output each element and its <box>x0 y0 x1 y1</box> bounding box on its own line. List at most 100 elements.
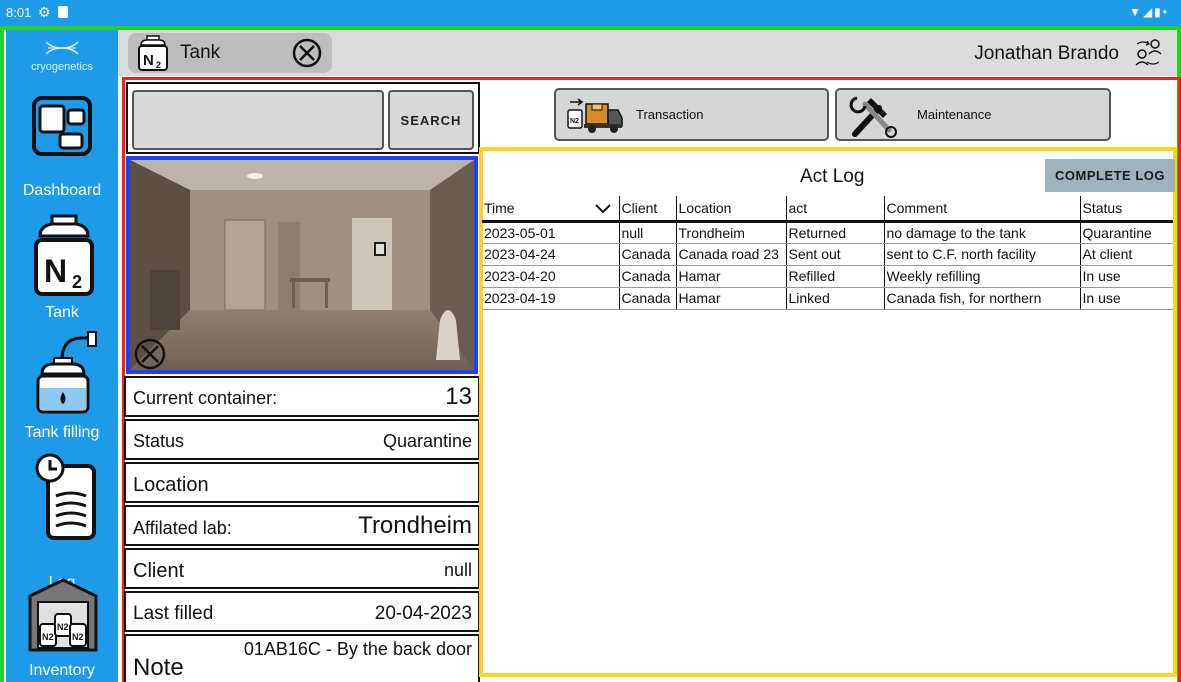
column-header-client[interactable]: Client <box>618 196 676 223</box>
header-bar: N 2 Tank Jonathan Brando <box>118 30 1177 76</box>
user-name[interactable]: Jonathan Brando <box>974 43 1119 65</box>
table-row[interactable]: 2023-04-24 Canada Canada road 23 Sent ou… <box>482 243 1173 266</box>
log-title: Act Log <box>800 166 865 187</box>
settings-gear-icon: ⚙ <box>38 4 51 20</box>
column-header-location[interactable]: Location <box>675 196 786 223</box>
svg-text:N2: N2 <box>570 118 579 125</box>
n2-tank-icon: N 2 <box>34 214 94 296</box>
remove-photo-icon[interactable] <box>134 338 166 370</box>
sidebar-item-log[interactable]: Log <box>6 452 118 592</box>
cell-status: In use <box>1079 287 1173 310</box>
system-status-bar: 8:01 ⚙ ▼◢▮• <box>0 0 1181 26</box>
sort-chevron-down-icon[interactable] <box>595 204 611 214</box>
cell-act: Sent out <box>785 243 884 266</box>
tank-photo <box>126 156 478 374</box>
app-logo: cryogenetics <box>6 30 118 80</box>
act-log-table: Time Client Location act Comment Status … <box>482 196 1173 310</box>
n2-tank-icon: N 2 <box>138 35 168 71</box>
table-row[interactable]: 2023-05-01 null Trondheim Returned no da… <box>482 221 1173 244</box>
info-key: Current container: <box>133 388 278 408</box>
cryogenetics-logo-icon <box>45 41 79 55</box>
info-key: Note <box>133 654 184 681</box>
tab-tank-label: Tank <box>180 42 221 63</box>
delivery-truck-icon: N2 <box>567 98 623 133</box>
info-row-last-filled: Last filled 20-04-2023 <box>124 591 480 632</box>
cell-comment: sent to C.F. north facility <box>883 243 1080 266</box>
cell-client: Canada <box>618 243 676 266</box>
sidebar-item-label: Dashboard <box>22 182 102 199</box>
column-header-status[interactable]: Status <box>1079 196 1173 223</box>
transaction-button[interactable]: N2 Transaction <box>554 88 829 141</box>
dashboard-icon <box>32 96 92 156</box>
info-row-client: Client null <box>124 548 480 589</box>
cell-status: In use <box>1079 265 1173 288</box>
info-key: Last filled <box>133 603 214 624</box>
info-row-location: Location <box>124 462 480 503</box>
sidebar-item-label: Inventory <box>29 662 95 679</box>
info-row-current-container: Current container: 13 <box>124 376 480 417</box>
svg-text:2: 2 <box>72 272 82 292</box>
close-tab-icon[interactable] <box>292 38 322 68</box>
info-value: null <box>443 560 472 580</box>
table-row[interactable]: 2023-04-19 Canada Hamar Linked Canada fi… <box>482 287 1173 310</box>
logo-text: cryogenetics <box>31 61 93 73</box>
table-row[interactable]: 2023-04-20 Canada Hamar Refilled Weekly … <box>482 265 1173 288</box>
cell-client: Canada <box>618 287 676 310</box>
sidebar-item-tank[interactable]: N 2 Tank <box>6 206 118 326</box>
info-key: Affilated lab: <box>133 518 232 538</box>
tank-info-list: Current container: 13 Status Quarantine … <box>124 376 480 682</box>
clock-log-icon <box>35 453 96 540</box>
column-header-label: Time <box>484 199 515 216</box>
info-value: Quarantine <box>382 431 472 451</box>
cell-act: Linked <box>785 287 884 310</box>
tab-tank[interactable]: N 2 Tank <box>128 33 332 73</box>
maintenance-button-label: Maintenance <box>917 107 992 122</box>
svg-text:N2: N2 <box>42 632 54 642</box>
cell-location: Canada road 23 <box>675 243 786 266</box>
transaction-button-label: Transaction <box>636 107 704 122</box>
svg-text:N2: N2 <box>57 622 69 632</box>
sidebar-item-label: Tank <box>45 304 79 321</box>
hallway-photo-image <box>130 160 474 370</box>
info-row-status: Status Quarantine <box>124 419 480 460</box>
column-header-time[interactable]: Time <box>482 196 619 223</box>
search-panel: SEARCH <box>126 82 480 154</box>
search-input[interactable] <box>132 90 384 150</box>
column-header-act[interactable]: act <box>785 196 884 223</box>
info-value: Trondheim <box>358 512 472 539</box>
cell-location: Hamar <box>675 287 786 310</box>
cell-act: Returned <box>785 221 884 244</box>
status-time: 8:01 <box>6 5 32 20</box>
info-key: Status <box>133 431 185 451</box>
info-key: Location <box>133 474 209 496</box>
cell-comment: Weekly refilling <box>883 265 1080 288</box>
column-header-comment[interactable]: Comment <box>883 196 1080 223</box>
sidebar: cryogenetics Dashboard N 2 Tank Tank fil… <box>6 30 118 682</box>
svg-text:N: N <box>44 253 67 289</box>
warehouse-icon: N2 N2 N2 <box>28 578 98 652</box>
cell-location: Hamar <box>675 265 786 288</box>
tank-filling-icon <box>36 331 97 414</box>
sidebar-item-inventory[interactable]: N2 N2 N2 Inventory <box>6 576 118 682</box>
info-key: Client <box>133 560 185 582</box>
info-row-note: Note 01AB16C - By the back door <box>124 634 480 682</box>
wrench-hammer-icon <box>849 96 897 138</box>
cell-location: Trondheim <box>675 221 786 244</box>
complete-log-button[interactable]: COMPLETE LOG <box>1045 159 1175 192</box>
cell-act: Refilled <box>785 265 884 288</box>
cell-time: 2023-04-24 <box>482 243 619 266</box>
sidebar-item-tank-filling[interactable]: Tank filling <box>6 330 118 450</box>
cell-status: Quarantine <box>1079 221 1173 244</box>
cell-client: null <box>618 221 676 244</box>
svg-text:2: 2 <box>156 60 161 70</box>
cell-client: Canada <box>618 265 676 288</box>
sd-card-icon <box>58 6 68 18</box>
cell-time: 2023-04-20 <box>482 265 619 288</box>
maintenance-button[interactable]: Maintenance <box>835 88 1111 141</box>
info-value: 13 <box>445 383 472 410</box>
info-value: 01AB16C - By the back door <box>243 639 472 659</box>
switch-user-icon[interactable] <box>1133 38 1163 68</box>
search-button[interactable]: SEARCH <box>388 90 474 150</box>
info-value: 20-04-2023 <box>374 603 472 624</box>
system-indicators-icon: ▼◢▮• <box>1129 5 1169 19</box>
